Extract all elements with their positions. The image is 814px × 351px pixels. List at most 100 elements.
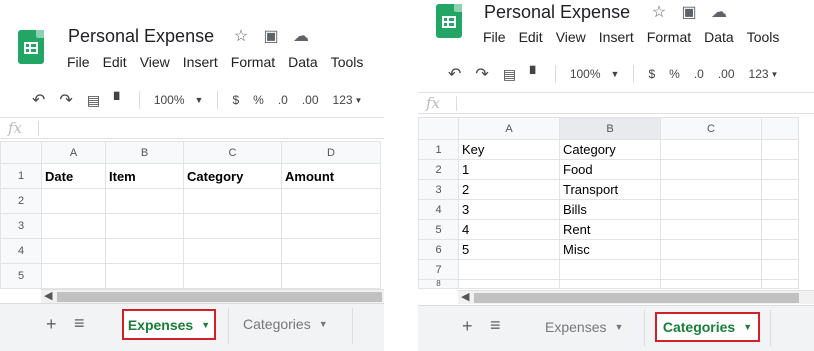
corner-cell[interactable] — [418, 117, 459, 140]
column-header-a[interactable]: A — [458, 117, 560, 140]
tab-expenses[interactable]: Expenses ▼ — [122, 309, 216, 340]
cell[interactable] — [41, 213, 106, 239]
row-header[interactable]: 3 — [418, 179, 459, 200]
more-formats-button[interactable]: 123 ▼ — [333, 93, 363, 107]
cell[interactable]: Food — [559, 159, 661, 180]
cell[interactable]: Rent — [559, 219, 661, 240]
scrollbar-thumb[interactable] — [57, 292, 382, 302]
undo-icon[interactable]: ↶ — [32, 90, 45, 110]
tab-categories[interactable]: Categories ▼ — [243, 316, 328, 332]
cell[interactable] — [183, 263, 282, 289]
star-icon[interactable]: ☆ — [232, 27, 250, 45]
increase-decimals-button[interactable]: .00 — [302, 93, 319, 107]
cell[interactable] — [105, 238, 184, 264]
cell[interactable] — [660, 279, 762, 289]
column-header-b[interactable]: B — [105, 141, 184, 164]
cell[interactable] — [183, 213, 282, 239]
cell[interactable] — [458, 279, 560, 289]
cell[interactable] — [660, 159, 762, 180]
decrease-decimals-button[interactable]: .0 — [278, 93, 288, 107]
paint-format-icon[interactable]: ▘ — [530, 66, 541, 83]
column-header-b[interactable]: B — [559, 117, 661, 140]
cell[interactable] — [761, 159, 799, 180]
tab-categories[interactable]: Categories ▼ — [655, 312, 760, 342]
redo-icon[interactable]: ↷ — [475, 64, 488, 84]
cell[interactable]: 1 — [458, 159, 560, 180]
cell[interactable] — [281, 238, 381, 264]
sheets-logo-icon[interactable] — [436, 4, 462, 38]
cell[interactable]: Category — [559, 139, 661, 160]
undo-icon[interactable]: ↶ — [448, 64, 461, 84]
cell[interactable] — [105, 213, 184, 239]
row-header[interactable]: 4 — [0, 238, 42, 264]
menu-view[interactable]: View — [556, 29, 586, 45]
cell[interactable]: Transport — [559, 179, 661, 200]
menu-format[interactable]: Format — [647, 29, 691, 45]
corner-cell[interactable] — [0, 141, 42, 164]
menu-edit[interactable]: Edit — [519, 29, 543, 45]
more-formats-button[interactable]: 123 ▼ — [749, 67, 779, 81]
row-header[interactable]: 1 — [0, 163, 42, 189]
cell[interactable] — [761, 239, 799, 260]
cell[interactable] — [761, 279, 799, 289]
cell[interactable] — [281, 213, 381, 239]
add-sheet-icon[interactable]: + — [46, 314, 57, 335]
horizontal-scrollbar[interactable]: ◀ — [41, 289, 384, 303]
column-header-d[interactable] — [761, 117, 799, 140]
cell[interactable] — [559, 259, 661, 280]
all-sheets-icon[interactable]: ≡ — [490, 315, 501, 336]
column-header-c[interactable]: C — [183, 141, 282, 164]
menu-insert[interactable]: Insert — [599, 29, 634, 45]
percent-button[interactable]: % — [669, 67, 680, 81]
column-header-a[interactable]: A — [41, 141, 106, 164]
row-header[interactable]: 5 — [418, 219, 459, 240]
formula-bar[interactable]: fx — [418, 92, 814, 114]
cell[interactable] — [660, 259, 762, 280]
row-header[interactable]: 4 — [418, 199, 459, 220]
cloud-status-icon[interactable]: ☁ — [710, 3, 728, 21]
cell[interactable] — [105, 263, 184, 289]
row-header[interactable]: 5 — [0, 263, 42, 289]
redo-icon[interactable]: ↷ — [59, 90, 72, 110]
column-header-c[interactable]: C — [660, 117, 762, 140]
sheets-logo-icon[interactable] — [18, 30, 44, 64]
cell[interactable]: 4 — [458, 219, 560, 240]
menu-file[interactable]: File — [483, 29, 506, 45]
decrease-decimals-button[interactable]: .0 — [694, 67, 704, 81]
row-header[interactable]: 3 — [0, 213, 42, 239]
cell[interactable]: Date — [41, 163, 106, 189]
horizontal-scrollbar[interactable]: ◀ — [458, 290, 814, 304]
row-header[interactable]: 7 — [418, 259, 459, 280]
currency-button[interactable]: $ — [648, 67, 655, 81]
row-header[interactable]: 8 — [418, 279, 459, 289]
cell[interactable] — [183, 188, 282, 214]
move-folder-icon[interactable]: ▣ — [262, 27, 280, 45]
cell[interactable]: Misc — [559, 239, 661, 260]
print-icon[interactable]: ▤ — [503, 66, 516, 83]
cell[interactable] — [761, 139, 799, 160]
document-title[interactable]: Personal Expense — [484, 2, 630, 23]
cell[interactable]: 5 — [458, 239, 560, 260]
cell[interactable] — [660, 199, 762, 220]
cell[interactable]: 2 — [458, 179, 560, 200]
all-sheets-icon[interactable]: ≡ — [74, 313, 85, 334]
cell[interactable] — [41, 238, 106, 264]
scroll-left-icon[interactable]: ◀ — [461, 290, 469, 303]
menu-file[interactable]: File — [67, 54, 90, 70]
menu-edit[interactable]: Edit — [103, 54, 127, 70]
cell[interactable] — [761, 219, 799, 240]
cell[interactable]: Item — [105, 163, 184, 189]
cell[interactable]: Amount — [281, 163, 381, 189]
star-icon[interactable]: ☆ — [650, 3, 668, 21]
paint-format-icon[interactable]: ▘ — [114, 92, 125, 109]
cell[interactable] — [660, 179, 762, 200]
cell[interactable] — [281, 188, 381, 214]
cell[interactable] — [761, 259, 799, 280]
cell[interactable] — [281, 263, 381, 289]
menu-data[interactable]: Data — [704, 29, 734, 45]
menu-data[interactable]: Data — [288, 54, 318, 70]
menu-tools[interactable]: Tools — [331, 54, 364, 70]
percent-button[interactable]: % — [253, 93, 264, 107]
cell[interactable] — [660, 139, 762, 160]
formula-bar[interactable]: fx — [0, 117, 384, 139]
